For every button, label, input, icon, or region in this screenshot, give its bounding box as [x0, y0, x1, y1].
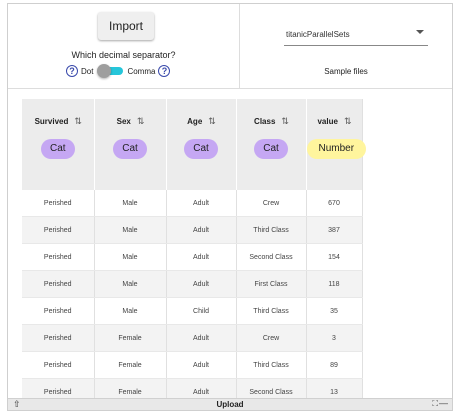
table-row[interactable]: Perished Female Adult Crew 3: [22, 324, 363, 352]
table-cell: Male: [94, 270, 167, 298]
column-header: value ⇅ Number: [306, 99, 367, 190]
column-header: Sex ⇅ Cat: [94, 99, 167, 190]
table-cell: Adult: [166, 351, 237, 379]
table-cell: Male: [94, 243, 167, 271]
table-cell: Perished: [22, 351, 95, 379]
decimal-separator-question: Which decimal separator?: [71, 50, 176, 60]
table-cell: Perished: [22, 270, 95, 298]
sort-icon[interactable]: ⇅: [137, 116, 144, 127]
table-cell: Adult: [166, 270, 237, 298]
column-type-chip[interactable]: Cat: [113, 139, 147, 159]
decimal-separator-switch[interactable]: [97, 63, 124, 79]
column-type-chip[interactable]: Cat: [184, 139, 218, 159]
table-cell: 35: [306, 297, 363, 325]
sample-file-selected-value: titanicParallelSets: [286, 30, 350, 39]
table-cell: 154: [306, 243, 363, 271]
column-header: Class ⇅ Cat: [236, 99, 307, 190]
help-circle-icon[interactable]: ?: [66, 65, 78, 77]
table-cell: Male: [94, 297, 167, 325]
column-type-chip[interactable]: Number: [306, 139, 367, 159]
app-frame: Import Which decimal separator? ? Dot Co…: [7, 3, 453, 411]
column-header-title: Class ⇅: [237, 116, 306, 126]
table-cell: Third Class: [236, 216, 307, 244]
table-cell: Crew: [236, 324, 307, 352]
column-name: Sex: [116, 116, 131, 126]
table-cell: Adult: [166, 190, 237, 217]
table-row[interactable]: Perished Male Child Third Class 35: [22, 297, 363, 325]
sort-icon[interactable]: ⇅: [74, 116, 81, 127]
sample-file-select[interactable]: titanicParallelSets: [284, 19, 428, 46]
column-header: Survived ⇅ Cat: [22, 99, 95, 190]
help-circle-icon[interactable]: ?: [158, 65, 171, 77]
column-header: Age ⇅ Cat: [166, 99, 237, 190]
bottom-bar: ⇧ Upload ⛶ —: [8, 398, 452, 410]
import-panel: Import Which decimal separator? ? Dot Co…: [8, 4, 240, 88]
table-cell: Perished: [22, 216, 95, 244]
table-cell: Perished: [22, 297, 95, 325]
table-header-row: Survived ⇅ Cat Sex ⇅ Cat Age ⇅ Cat Class ⇅ Cat value…: [22, 99, 367, 190]
table-row[interactable]: Perished Male Adult First Class 118: [22, 270, 363, 298]
column-type-chip[interactable]: Cat: [40, 139, 75, 159]
column-header-title: Sex ⇅: [95, 116, 166, 126]
table-cell: Adult: [166, 216, 237, 244]
table-cell: Female: [94, 351, 167, 379]
table-cell: Perished: [22, 243, 95, 271]
decimal-separator-toggle-row: ? Dot Comma ?: [66, 63, 171, 79]
table-cell: 670: [306, 190, 363, 217]
table-cell: 89: [306, 351, 363, 379]
table-body: Perished Male Adult Crew 670 Perished Male Adul…: [22, 190, 363, 406]
column-header-title: value ⇅: [307, 116, 362, 126]
table-cell: Third Class: [236, 351, 307, 379]
data-table: Survived ⇅ Cat Sex ⇅ Cat Age ⇅ Cat Class ⇅ Cat value…: [22, 99, 367, 406]
table-cell: 3: [306, 324, 363, 352]
fullscreen-icon[interactable]: ⛶: [432, 399, 438, 409]
panel-divider: [8, 88, 452, 89]
column-type-chip[interactable]: Cat: [254, 139, 288, 159]
table-cell: Crew: [236, 190, 307, 217]
table-cell: Perished: [22, 324, 95, 352]
dot-label: Dot: [81, 66, 94, 76]
table-cell: First Class: [236, 270, 307, 298]
table-cell: Child: [166, 297, 237, 325]
import-button[interactable]: Import: [98, 12, 154, 40]
table-row[interactable]: Perished Male Adult Second Class 154: [22, 243, 363, 271]
table-cell: Second Class: [236, 243, 307, 271]
column-name: Age: [187, 116, 203, 126]
table-cell: Third Class: [236, 297, 307, 325]
sort-icon[interactable]: ⇅: [208, 116, 215, 127]
comma-label: Comma: [127, 66, 156, 76]
table-row[interactable]: Perished Female Adult Third Class 89: [22, 351, 363, 379]
minimize-icon[interactable]: —: [439, 398, 448, 408]
chevron-down-icon[interactable]: [416, 30, 424, 34]
table-cell: Perished: [22, 190, 95, 217]
table-cell: Male: [94, 216, 167, 244]
table-cell: Adult: [166, 324, 237, 352]
column-name: Class: [254, 116, 276, 126]
sample-files-panel: titanicParallelSets Sample files: [240, 4, 452, 88]
table-cell: Male: [94, 190, 167, 217]
table-cell: Adult: [166, 243, 237, 271]
switch-thumb[interactable]: [97, 64, 112, 78]
sample-files-helper: Sample files: [324, 67, 368, 76]
column-header-title: Age ⇅: [167, 116, 236, 126]
table-cell: Female: [94, 324, 167, 352]
table-row[interactable]: Perished Male Adult Crew 670: [22, 190, 363, 217]
table-cell: 118: [306, 270, 363, 298]
table-cell: 387: [306, 216, 363, 244]
table-row[interactable]: Perished Male Adult Third Class 387: [22, 216, 363, 244]
column-header-title: Survived ⇅: [22, 116, 94, 126]
column-name: Survived: [34, 116, 69, 126]
sort-icon[interactable]: ⇅: [281, 116, 288, 127]
sort-icon[interactable]: ⇅: [344, 116, 351, 127]
upload-button[interactable]: Upload: [8, 400, 452, 409]
column-name: value: [317, 116, 338, 126]
